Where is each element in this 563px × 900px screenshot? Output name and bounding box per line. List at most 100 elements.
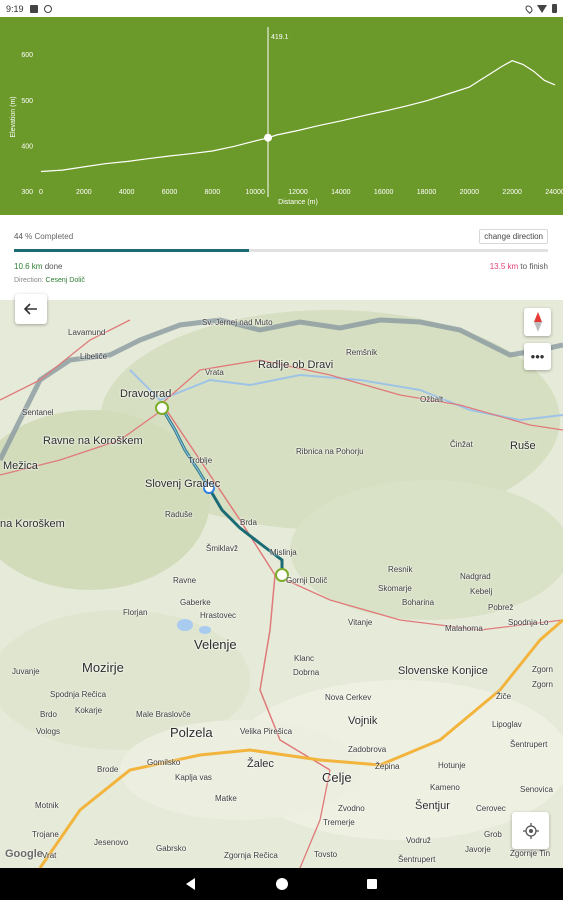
place-label: Florjan [123,608,148,617]
x-tick-label: 8000 [205,189,221,196]
locate-icon [522,822,539,839]
x-tick-label: 24000 [545,189,563,196]
place-label: Kameno [430,783,460,792]
place-label: Male Braslovče [136,710,191,719]
data-saver-icon [43,4,52,13]
place-label: Pobrež [488,603,514,612]
place-label: Zgorn [532,680,553,689]
place-label: Spodnja Rečica [50,690,107,699]
place-label: Činžat [450,440,473,449]
percent-suffix: % Completed [22,232,74,241]
distance-done: 10.6 km done [14,262,63,271]
place-label: Trojane [32,830,59,839]
x-tick-label: 20000 [460,189,480,196]
place-label: Slovenske Konjice [398,665,488,677]
place-label: Žiče [496,692,512,701]
place-label: Hrastovec [200,611,237,620]
map-view[interactable]: Lavamund Libeliče Sv. Jernej nad Muto Re… [0,300,563,868]
percent-value: 44 [14,232,23,241]
finish-suffix: to finish [518,262,548,271]
start-marker[interactable] [155,401,169,415]
place-label: na Koroškem [0,518,65,530]
place-label: Gomilsko [147,758,181,767]
place-label: Zgornja Rečica [224,851,278,860]
x-tick-label: 4000 [119,189,135,196]
place-label: Gaberke [180,598,211,607]
place-label: Slovenj Gradec [145,478,221,490]
place-label: Ruše [510,440,536,452]
compass-button[interactable] [524,308,551,336]
clock: 9:19 [6,3,24,14]
place-label: Ožbalt [420,395,444,404]
place-label: Zgornje Tin [510,849,551,858]
place-label: Polzela [170,725,213,740]
place-label: Zgorn [532,665,553,674]
sim-icon [29,4,38,13]
place-label: Šentjur [415,800,450,812]
place-label: Kokarje [75,706,103,715]
place-label: Nova Cerkev [325,693,372,702]
place-label: Gabrsko [156,844,187,853]
y-tick-label: 600 [21,52,33,59]
finish-value: 13.5 km [489,262,519,271]
place-label: Mozirje [82,660,124,675]
place-label: Ravne [173,576,197,585]
place-label: Zadobrova [348,745,387,754]
my-location-button[interactable] [512,812,549,849]
elevation-profile[interactable]: Elevation (m) Distance (m) 600 500 400 300 … [0,17,563,215]
y-tick-label: 500 [21,98,33,105]
more-options-button[interactable]: ••• [524,343,551,370]
place-label: Raduše [165,510,193,519]
location-icon [524,3,534,14]
back-button[interactable] [15,294,47,324]
place-label: Zvodno [338,804,365,813]
place-label: Brode [97,765,119,774]
place-label: Skomarje [378,584,412,593]
place-label: Dobrna [293,668,320,677]
place-label: Libeliče [80,352,108,361]
place-label: Kaplja vas [175,773,212,782]
direction-value: Cesenj Dolič [45,277,85,284]
place-label: Matke [215,794,237,803]
lake [177,619,193,631]
done-value: 10.6 km [14,262,43,271]
position-marker-dot[interactable] [264,133,273,142]
place-label: Radlje ob Dravi [258,359,334,371]
place-label: Motnik [35,801,59,810]
place-label: Grob [484,830,502,839]
place-label: Šentrupert [398,855,436,864]
place-label: Dravograd [120,388,172,400]
place-label: Velenje [194,637,237,652]
x-tick-label: 18000 [417,189,437,196]
place-label: Lipoglav [492,720,522,729]
place-label: Hotunje [438,761,466,770]
place-label: Brda [240,518,257,527]
marker-value-label: 419.1 [271,34,289,41]
elevation-chart[interactable]: Elevation (m) Distance (m) 600500400300 … [0,17,563,215]
change-direction-button[interactable]: change direction [479,229,548,244]
place-label: Vrat [42,851,57,860]
direction-label: Direction: [14,277,44,284]
nav-recents-icon[interactable] [367,879,377,889]
place-label: Brdo [40,710,57,719]
place-label: Lavamund [68,328,106,337]
elevation-line [40,60,556,173]
place-label: Ravne na Koroškem [43,435,143,447]
place-label: Resnik [388,565,413,574]
place-label: Vodruž [406,836,431,845]
x-axis-title: Distance (m) [278,199,318,206]
distance-to-finish: 13.5 km to finish [490,262,548,271]
place-label: Vrata [205,368,224,377]
place-label: Juvanje [12,667,40,676]
place-label: Ribnica na Pohorju [296,447,364,456]
place-label: Troblje [188,456,213,465]
nav-home-icon[interactable] [276,878,288,890]
y-tick-label: 400 [21,143,33,150]
place-label: Šmiklavž [206,544,239,553]
x-tick-label: 14000 [331,189,351,196]
place-label: Gornji Dolič [286,576,328,585]
nav-back-icon[interactable] [186,878,195,890]
place-label: Žalec [247,758,274,770]
arrow-left-icon [24,303,37,315]
place-label: Mislinja [270,548,297,557]
